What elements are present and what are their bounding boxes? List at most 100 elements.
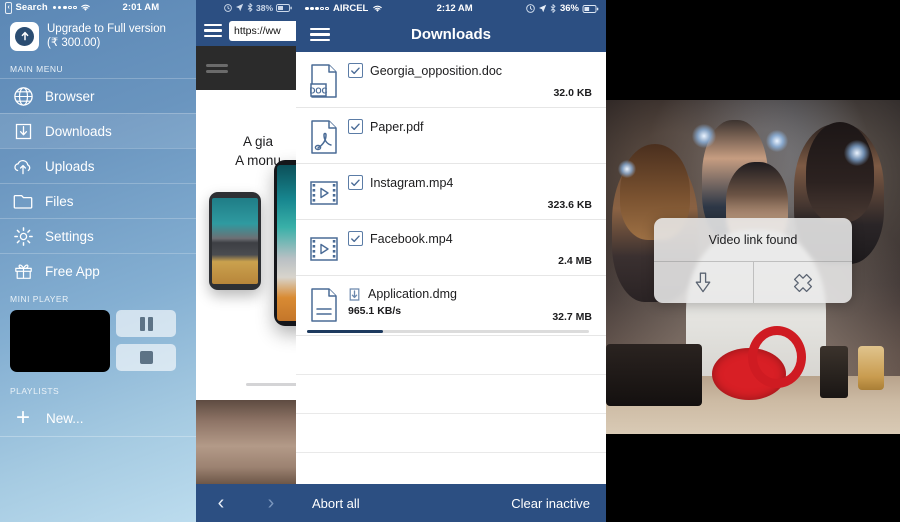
- status-bar: ‹ Search 2:01 AM: [0, 0, 196, 15]
- panel-browser: 38% https://ww A gia A monu ‹ ›: [196, 0, 296, 522]
- signal-strength-icon: [53, 6, 77, 10]
- stop-icon: [140, 351, 153, 364]
- signal-strength-icon: [305, 7, 329, 11]
- video-file-icon: [310, 232, 338, 266]
- list-placeholder-row: [296, 414, 606, 453]
- file-size: 32.7 MB: [552, 311, 592, 323]
- browser-nav-bar: https://ww: [196, 15, 296, 46]
- video-person: [806, 122, 874, 222]
- screenshot-root: ‹ Search 2:01 AM Upgrad: [0, 0, 900, 522]
- panel-video-player: Video link found: [606, 0, 900, 522]
- dialog-title: Video link found: [654, 218, 852, 261]
- status-back-icon[interactable]: ‹: [5, 2, 12, 14]
- file-name: Application.dmg: [368, 287, 457, 301]
- status-carrier-label: Search: [15, 2, 47, 13]
- battery-percent-label: 38%: [256, 3, 273, 13]
- download-row[interactable]: Paper.pdf: [296, 108, 606, 164]
- pause-button[interactable]: [116, 310, 176, 337]
- file-size: 2.4 MB: [558, 255, 592, 267]
- doc-file-icon: DOC: [310, 64, 338, 98]
- plus-icon: +: [12, 409, 34, 427]
- download-arrow-icon: [693, 272, 713, 294]
- playlist-new-button[interactable]: + New...: [0, 400, 196, 437]
- checkbox-checked[interactable]: [348, 231, 363, 246]
- location-icon: [235, 3, 244, 12]
- browser-page-content: A gia A monu: [196, 90, 296, 400]
- video-light-glow: [618, 160, 636, 178]
- status-clock: 2:01 AM: [91, 2, 191, 13]
- x-icon: [793, 273, 813, 293]
- upgrade-price: (₹ 300.00): [47, 36, 166, 50]
- apple-nav-icon[interactable]: [206, 64, 228, 73]
- download-row[interactable]: Facebook.mp4 2.4 MB: [296, 220, 606, 276]
- svg-text:DOC: DOC: [310, 87, 328, 96]
- sidebar-item-uploads[interactable]: Uploads: [0, 148, 196, 183]
- location-icon: [538, 4, 547, 13]
- sidebar-item-label: Uploads: [45, 159, 95, 174]
- panel-downloads: AIRCEL 2:12 AM 36% Downloads: [296, 0, 606, 522]
- upload-circle-icon: [10, 22, 39, 51]
- hamburger-icon[interactable]: [310, 28, 330, 42]
- forward-button[interactable]: ›: [268, 492, 275, 515]
- back-button[interactable]: ‹: [218, 492, 225, 515]
- dialog-cancel-button[interactable]: [753, 262, 853, 303]
- bluetooth-icon: [247, 3, 253, 12]
- upgrade-banner[interactable]: Upgrade to Full version (₹ 300.00): [0, 15, 196, 58]
- wifi-icon: [372, 4, 383, 13]
- downloads-list: DOC Georgia_opposition.doc 32.0 KB: [296, 52, 606, 492]
- main-menu-label: MAIN MENU: [0, 58, 196, 78]
- status-bar: 38%: [196, 0, 296, 15]
- gear-icon: [12, 225, 34, 247]
- battery-icon: [276, 4, 292, 12]
- mini-player-screen[interactable]: [10, 310, 110, 372]
- product-image-small: [209, 192, 261, 290]
- download-row[interactable]: Instagram.mp4 323.6 KB: [296, 164, 606, 220]
- carrier-label: AIRCEL: [333, 3, 368, 14]
- hamburger-icon[interactable]: [204, 24, 222, 38]
- downloads-nav-bar: Downloads: [296, 17, 606, 52]
- folder-icon: [12, 190, 34, 212]
- sidebar-item-free-app[interactable]: Free App: [0, 253, 196, 288]
- video-dark-object: [606, 344, 702, 406]
- browser-bottom-bar: ‹ ›: [196, 484, 296, 522]
- generic-file-icon: [310, 288, 338, 322]
- video-link-dialog: Video link found: [654, 218, 852, 303]
- upgrade-title: Upgrade to Full version: [47, 22, 166, 36]
- pdf-file-icon: [310, 120, 338, 154]
- sidebar-item-settings[interactable]: Settings: [0, 218, 196, 253]
- downloads-toolbar: Abort all Clear inactive: [296, 484, 606, 522]
- sidebar-item-label: Settings: [45, 229, 94, 244]
- checkbox-checked[interactable]: [348, 63, 363, 78]
- product-image-large: [274, 160, 296, 326]
- url-input[interactable]: https://ww: [229, 21, 296, 41]
- globe-icon: [12, 85, 34, 107]
- sidebar-item-files[interactable]: Files: [0, 183, 196, 218]
- sidebar-item-downloads[interactable]: Downloads: [0, 113, 196, 148]
- status-clock: 2:12 AM: [383, 3, 526, 14]
- status-bar: AIRCEL 2:12 AM 36%: [296, 0, 606, 17]
- mini-player-label: MINI PLAYER: [0, 288, 196, 308]
- sidebar-item-label: Browser: [45, 89, 95, 104]
- mini-player: [0, 308, 196, 372]
- page-title: Downloads: [296, 26, 606, 43]
- file-name: Georgia_opposition.doc: [370, 64, 502, 78]
- file-name: Paper.pdf: [370, 120, 424, 134]
- gift-icon: [12, 260, 34, 282]
- abort-all-button[interactable]: Abort all: [312, 496, 360, 511]
- checkbox-checked[interactable]: [348, 175, 363, 190]
- download-progress-bar: [307, 330, 589, 333]
- sidebar-item-browser[interactable]: Browser: [0, 78, 196, 113]
- download-row-active[interactable]: Application.dmg 965.1 KB/s 32.7 MB: [296, 276, 606, 336]
- dialog-download-button[interactable]: [654, 262, 753, 303]
- video-frame[interactable]: Video link found: [606, 100, 900, 434]
- download-icon: [12, 120, 34, 142]
- download-arrow-icon[interactable]: [348, 287, 361, 301]
- list-placeholder-row: [296, 375, 606, 414]
- checkbox-checked[interactable]: [348, 119, 363, 134]
- download-row[interactable]: DOC Georgia_opposition.doc 32.0 KB: [296, 52, 606, 108]
- stop-button[interactable]: [116, 344, 176, 371]
- playlists-label: PLAYLISTS: [0, 372, 196, 400]
- browser-dark-header: [196, 46, 296, 90]
- video-light-glow: [692, 124, 716, 148]
- clear-inactive-button[interactable]: Clear inactive: [511, 496, 590, 511]
